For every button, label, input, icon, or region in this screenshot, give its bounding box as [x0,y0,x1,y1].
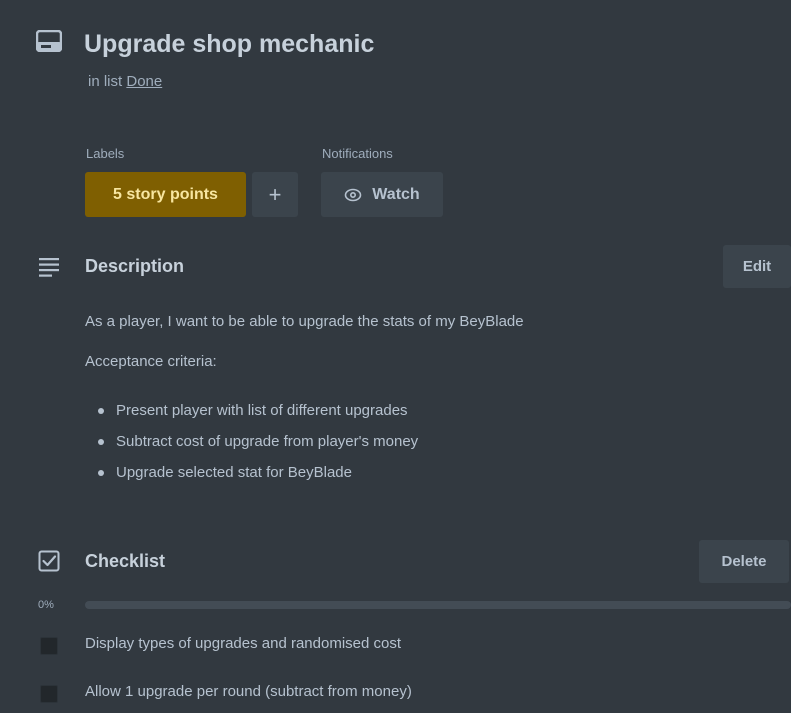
checklist-item-text[interactable]: Display types of upgrades and randomised… [85,635,401,652]
progress-bar [85,601,791,609]
checklist-title: Checklist [85,551,166,571]
notifications-heading: Notifications [322,146,393,161]
eye-icon [344,188,362,201]
watch-button[interactable]: Watch [321,172,443,217]
list-location-prefix: in list [88,73,123,90]
label-chip-story-points[interactable]: 5 story points [85,172,246,217]
description-paragraph: As a player, I want to be able to upgrad… [85,313,524,330]
add-label-button[interactable]: + [252,172,298,217]
progress-percent: 0% [38,599,54,611]
list-item: Subtract cost of upgrade from player's m… [92,431,418,462]
delete-checklist-button[interactable]: Delete [699,540,789,583]
list-item: Upgrade selected stat for BeyBlade [92,462,418,493]
checklist-item-checkbox[interactable] [40,637,58,655]
checklist-item-checkbox[interactable] [40,685,58,703]
card-icon [36,30,62,52]
list-item: Present player with list of different up… [92,400,418,431]
acceptance-criteria-list: Present player with list of different up… [92,400,418,493]
list-link[interactable]: Done [126,73,162,90]
description-title: Description [85,256,185,276]
watch-label: Watch [372,185,420,203]
card-title[interactable]: Upgrade shop mechanic [84,28,374,60]
list-location: in list Done [88,73,162,90]
description-lines-icon [39,258,59,277]
description-paragraph: Acceptance criteria: [85,353,217,370]
checklist-item-text[interactable]: Allow 1 upgrade per round (subtract from… [85,683,412,700]
checklist-icon [38,550,60,572]
labels-heading: Labels [86,146,125,161]
edit-description-button[interactable]: Edit [723,245,791,288]
